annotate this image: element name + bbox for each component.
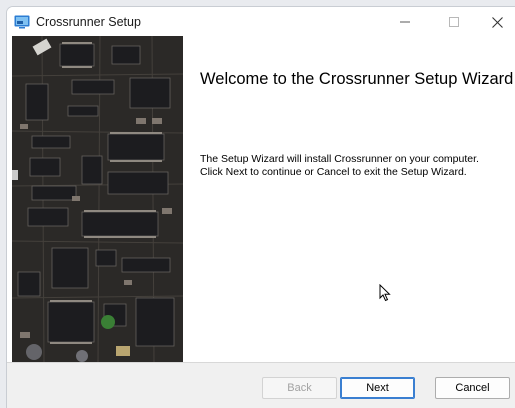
wizard-content: Welcome to the Crossrunner Setup Wizard …	[183, 36, 515, 362]
maximize-button[interactable]	[431, 7, 477, 37]
close-icon	[492, 16, 503, 28]
cancel-button[interactable]: Cancel	[435, 377, 510, 399]
next-button[interactable]: Next	[340, 377, 415, 399]
minimize-icon	[400, 21, 410, 23]
back-button[interactable]: Back	[262, 377, 337, 399]
maximize-icon	[449, 17, 459, 27]
wizard-heading: Welcome to the Crossrunner Setup Wizard	[200, 70, 514, 88]
circuit-board-banner	[12, 36, 183, 362]
wizard-description-line-2: Click Next to continue or Cancel to exit…	[200, 165, 467, 178]
title-bar[interactable]: Crossrunner Setup	[7, 7, 515, 37]
button-bar: Back Next Cancel	[7, 362, 515, 408]
circuit-board-image	[12, 36, 183, 362]
wizard-description: The Setup Wizard will install Crossrunne…	[200, 153, 510, 178]
installer-app-icon	[14, 15, 30, 29]
close-button[interactable]	[479, 7, 515, 37]
mouse-pointer-icon	[379, 284, 391, 302]
window-title: Crossrunner Setup	[36, 15, 141, 29]
setup-window: Crossrunner Setup Welcome to the Crossru…	[6, 6, 515, 408]
minimize-button[interactable]	[382, 7, 428, 37]
wizard-description-line-1: The Setup Wizard will install Crossrunne…	[200, 153, 479, 165]
